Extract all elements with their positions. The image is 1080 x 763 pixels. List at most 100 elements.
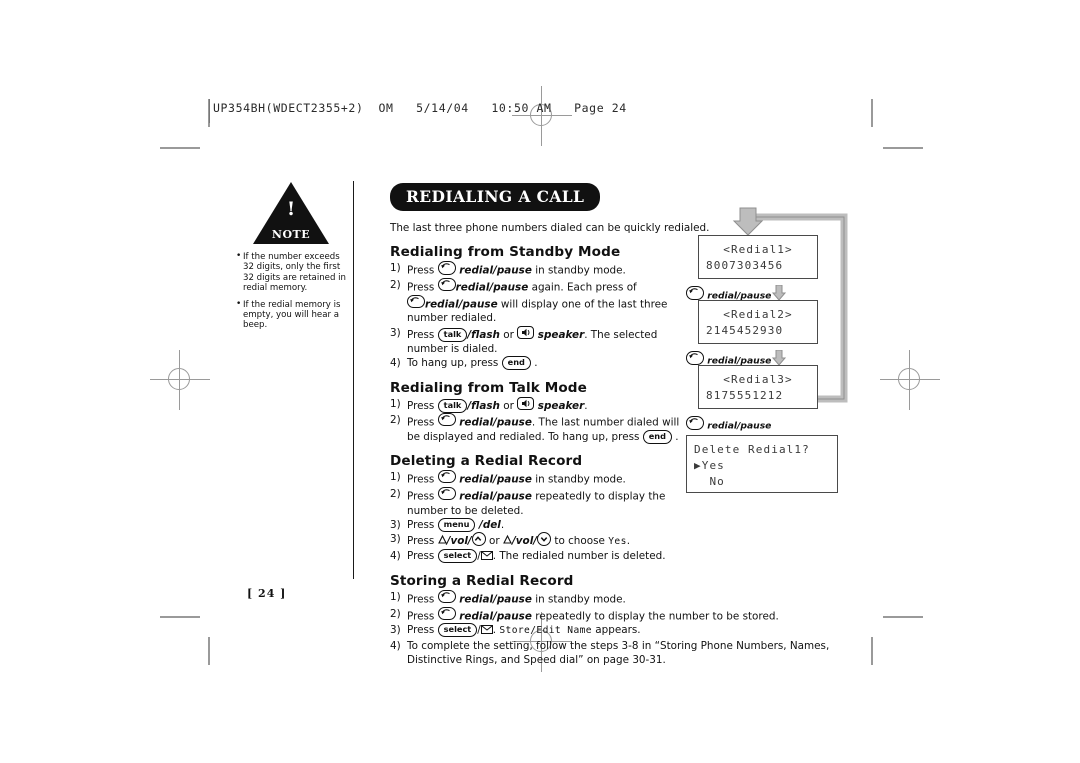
step-text: Press bbox=[407, 490, 438, 503]
step-list: 1) Press redial/pause in standby mode. 2) P… bbox=[390, 589, 840, 667]
section-heading: Storing a Redial Record bbox=[390, 572, 574, 589]
step-number: 2) bbox=[390, 278, 401, 291]
step-number: 2) bbox=[390, 413, 401, 426]
step-text: or bbox=[499, 328, 518, 341]
step-item: 1) Press redial/pause in standby mode. bbox=[390, 589, 840, 607]
envelope-icon bbox=[480, 625, 493, 635]
redial-icon bbox=[437, 261, 456, 275]
registration-mark-left bbox=[150, 350, 210, 410]
crop-mark-top-right-v bbox=[871, 99, 873, 127]
note-list-item: If the number exceeds 32 digits, only th… bbox=[236, 251, 346, 294]
registration-mark-right bbox=[880, 350, 940, 410]
step-text: . bbox=[584, 399, 588, 412]
step-text: To hang up, press bbox=[407, 357, 502, 370]
page-title: REDIALING A CALL bbox=[390, 183, 601, 211]
note-list-item: If the redial memory is empty, you will … bbox=[236, 299, 346, 331]
step-text: or bbox=[499, 399, 518, 412]
step-number: 4) bbox=[390, 357, 401, 370]
crop-mark-bottom-right-h bbox=[883, 616, 923, 618]
lcd-value: 2145452930 bbox=[706, 324, 784, 337]
lcd-delete-prompt: Delete Redial1? bbox=[694, 443, 810, 456]
step-item: number to be deleted. bbox=[390, 504, 840, 518]
step-number: 4) bbox=[390, 550, 401, 563]
button-name-label: /flash bbox=[467, 399, 500, 412]
step-text: be displayed and redialed. To hang up, p… bbox=[407, 430, 643, 443]
button-name-label: redial/pause bbox=[455, 264, 532, 277]
step-item: 4) Press select /. The redialed number is … bbox=[390, 549, 840, 564]
scan-header-rule bbox=[209, 99, 210, 123]
step-item: 3) Press /vol/ or /vol/ to choose Yes. bbox=[390, 532, 840, 549]
key-end-icon: end bbox=[501, 356, 531, 371]
step-number: 3) bbox=[390, 326, 401, 339]
lcd-value: 8175551212 bbox=[706, 389, 784, 402]
note-list: If the number exceeds 32 digits, only th… bbox=[236, 251, 346, 331]
lcd-title: <Redial1> bbox=[723, 243, 793, 256]
step-text: Press bbox=[407, 550, 438, 563]
button-name-label: redial/pause bbox=[455, 610, 532, 623]
note-column: ! NOTE If the number exceeds 32 digits, … bbox=[236, 182, 346, 337]
transition-label-text: redial/pause bbox=[707, 420, 772, 432]
step-text: in standby mode. bbox=[531, 264, 626, 277]
note-warning-icon: ! NOTE bbox=[253, 182, 329, 244]
step-text: Press bbox=[407, 535, 438, 548]
step-text: Distinctive Rings, and Speed dial” on pa… bbox=[407, 653, 666, 666]
step-text: Press bbox=[407, 399, 438, 412]
step-text: Press bbox=[407, 593, 438, 606]
crop-mark-top-right-h bbox=[883, 147, 923, 149]
step-text: Press bbox=[407, 518, 438, 531]
step-number: 3) bbox=[390, 533, 401, 546]
redial-icon bbox=[437, 486, 456, 501]
step-number: 2) bbox=[390, 487, 401, 500]
redial-icon bbox=[686, 351, 704, 365]
step-text: appears. bbox=[591, 624, 641, 637]
step-text: Press bbox=[407, 416, 438, 429]
step-text: Press bbox=[407, 473, 438, 486]
lcd-option-yes: ▶Yes bbox=[694, 459, 725, 472]
button-name-label: /del bbox=[475, 518, 501, 531]
redial-icon bbox=[686, 416, 704, 430]
triangle-icon bbox=[437, 534, 447, 545]
chevron-down-icon bbox=[537, 532, 552, 547]
scan-header-text: UP354BH(WDECT2355+2) OM 5/14/04 10:50 AM… bbox=[213, 101, 627, 115]
lcd-option-no: No bbox=[694, 475, 725, 488]
button-name-label: redial/pause bbox=[455, 281, 529, 294]
step-text: Press bbox=[407, 264, 438, 277]
step-text: . The last number dialed will bbox=[531, 416, 680, 429]
triangle-icon bbox=[503, 534, 512, 545]
step-text: in standby mode. bbox=[531, 473, 626, 486]
button-name-label: redial/pause bbox=[455, 416, 532, 429]
redial-icon bbox=[437, 469, 456, 484]
key-end-icon: end bbox=[642, 429, 672, 444]
column-divider bbox=[353, 181, 354, 579]
redial-flow-diagram: <Redial1> 8007303456 redial/pause <Redia… bbox=[686, 203, 862, 498]
step-number: 1) bbox=[390, 262, 401, 274]
lcd-title: <Redial2> bbox=[723, 308, 793, 321]
lcd-screen-redial1: <Redial1> 8007303456 bbox=[698, 235, 818, 279]
document-page: UP354BH(WDECT2355+2) OM 5/14/04 10:50 AM… bbox=[0, 0, 1080, 763]
step-item: 3) Press menu /del. bbox=[390, 517, 840, 532]
step-text: Press bbox=[407, 624, 438, 637]
key-menu-icon: menu bbox=[437, 517, 476, 532]
transition-label-3: redial/pause bbox=[686, 416, 771, 432]
step-text: again. Each press of bbox=[528, 281, 637, 294]
down-arrow-icon bbox=[772, 285, 786, 301]
page-number: [ 24 ] bbox=[247, 587, 287, 600]
crop-mark-bottom-right-v bbox=[871, 637, 873, 665]
chevron-up-icon bbox=[471, 532, 486, 547]
button-name-label: redial/pause bbox=[455, 593, 532, 606]
registration-mark-top bbox=[512, 86, 572, 146]
step-number: 1) bbox=[390, 590, 401, 603]
button-name-label: /flash bbox=[467, 328, 500, 341]
redial-icon bbox=[437, 277, 456, 292]
step-text: number is dialed. bbox=[407, 342, 498, 355]
step-text: to choose bbox=[551, 535, 609, 548]
speaker-icon bbox=[517, 325, 535, 339]
button-name-label: redial/pause bbox=[455, 473, 532, 486]
note-label: NOTE bbox=[271, 228, 311, 241]
step-text: or bbox=[485, 535, 503, 548]
step-item: 3) Press select /. Store/Edit Name appears… bbox=[390, 623, 840, 638]
key-select-icon: select bbox=[437, 549, 478, 564]
key-talk-icon: talk bbox=[437, 327, 468, 342]
button-name-label: redial/pause bbox=[425, 298, 498, 311]
envelope-icon bbox=[480, 551, 493, 561]
